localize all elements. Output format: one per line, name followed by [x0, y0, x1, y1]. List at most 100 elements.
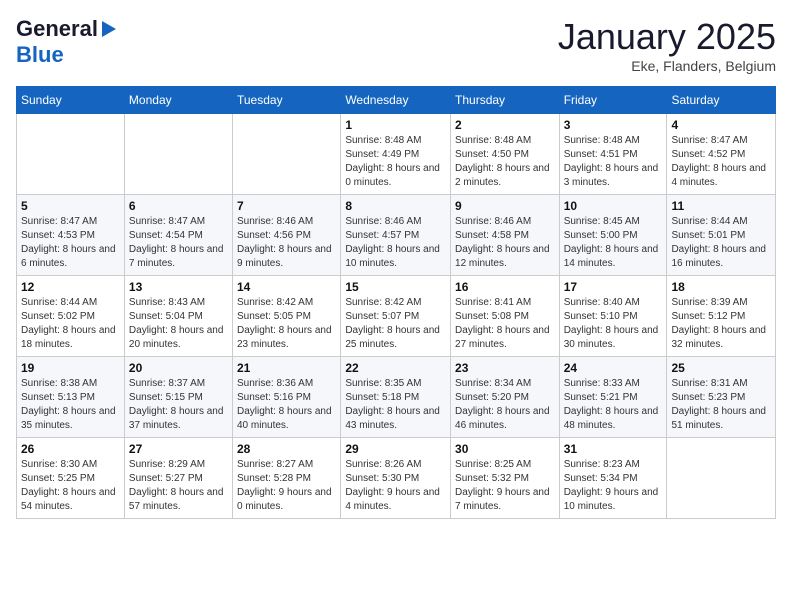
day-info: Sunrise: 8:43 AM Sunset: 5:04 PM Dayligh…	[129, 296, 228, 352]
calendar-cell: 5Sunrise: 8:47 AM Sunset: 4:53 PM Daylig…	[17, 195, 125, 276]
calendar-cell: 13 Sunrise: 8:43 AM Sunset: 5:04 PM Dayli…	[124, 276, 232, 357]
day-info: Sunrise: 8:25 AM Sunset: 5:32 PM Dayligh…	[455, 458, 555, 514]
day-number: 1	[345, 118, 446, 132]
day-info: Sunrise: 8:23 AM Sunset: 5:34 PM Dayligh…	[564, 458, 663, 514]
day-number: 30	[455, 442, 555, 456]
day-number: 8	[345, 199, 446, 213]
calendar-cell	[667, 438, 776, 519]
day-info: Sunrise: 8:45 AM Sunset: 5:00 PM Dayligh…	[564, 215, 663, 271]
logo-blue: Blue	[16, 42, 64, 68]
day-info: Sunrise: 8:27 AM Sunset: 5:28 PM Dayligh…	[237, 458, 336, 514]
calendar-cell: 10Sunrise: 8:45 AM Sunset: 5:00 PM Dayli…	[559, 195, 667, 276]
calendar-cell: 22 Sunrise: 8:35 AM Sunset: 5:18 PM Dayli…	[341, 357, 451, 438]
day-info: Sunrise: 8:42 AM Sunset: 5:05 PM Dayligh…	[237, 296, 336, 352]
day-number: 15	[345, 280, 446, 294]
day-info: Sunrise: 8:35 AM Sunset: 5:18 PM Dayligh…	[345, 377, 446, 433]
calendar-table: SundayMondayTuesdayWednesdayThursdayFrid…	[16, 86, 776, 519]
day-number: 3	[564, 118, 663, 132]
day-number: 26	[21, 442, 120, 456]
day-info: Sunrise: 8:41 AM Sunset: 5:08 PM Dayligh…	[455, 296, 555, 352]
day-info: Sunrise: 8:46 AM Sunset: 4:58 PM Dayligh…	[455, 215, 555, 271]
calendar-cell	[17, 114, 125, 195]
calendar-cell: 30 Sunrise: 8:25 AM Sunset: 5:32 PM Dayli…	[451, 438, 560, 519]
day-info: Sunrise: 8:36 AM Sunset: 5:16 PM Dayligh…	[237, 377, 336, 433]
weekday-header-thursday: Thursday	[451, 87, 560, 114]
day-number: 27	[129, 442, 228, 456]
day-number: 16	[455, 280, 555, 294]
day-number: 9	[455, 199, 555, 213]
day-info: Sunrise: 8:31 AM Sunset: 5:23 PM Dayligh…	[671, 377, 771, 433]
calendar-cell: 24 Sunrise: 8:33 AM Sunset: 5:21 PM Dayli…	[559, 357, 667, 438]
calendar-week-3: 12Sunrise: 8:44 AM Sunset: 5:02 PM Dayli…	[17, 276, 776, 357]
day-number: 28	[237, 442, 336, 456]
logo-general: General	[16, 16, 98, 42]
calendar-cell: 4 Sunrise: 8:47 AM Sunset: 4:52 PM Daylig…	[667, 114, 776, 195]
day-number: 18	[671, 280, 771, 294]
calendar-cell: 25 Sunrise: 8:31 AM Sunset: 5:23 PM Dayli…	[667, 357, 776, 438]
day-number: 23	[455, 361, 555, 375]
day-number: 19	[21, 361, 120, 375]
day-info: Sunrise: 8:48 AM Sunset: 4:49 PM Dayligh…	[345, 134, 446, 190]
weekday-header-sunday: Sunday	[17, 87, 125, 114]
logo-arrow-icon	[102, 21, 116, 37]
calendar-cell: 17 Sunrise: 8:40 AM Sunset: 5:10 PM Dayli…	[559, 276, 667, 357]
calendar-cell: 9 Sunrise: 8:46 AM Sunset: 4:58 PM Daylig…	[451, 195, 560, 276]
day-info: Sunrise: 8:46 AM Sunset: 4:56 PM Dayligh…	[237, 215, 336, 271]
day-number: 24	[564, 361, 663, 375]
calendar-cell: 20 Sunrise: 8:37 AM Sunset: 5:15 PM Dayli…	[124, 357, 232, 438]
calendar-cell: 19Sunrise: 8:38 AM Sunset: 5:13 PM Dayli…	[17, 357, 125, 438]
day-info: Sunrise: 8:48 AM Sunset: 4:51 PM Dayligh…	[564, 134, 663, 190]
calendar-cell: 6Sunrise: 8:47 AM Sunset: 4:54 PM Daylig…	[124, 195, 232, 276]
location: Eke, Flanders, Belgium	[558, 58, 776, 74]
day-info: Sunrise: 8:33 AM Sunset: 5:21 PM Dayligh…	[564, 377, 663, 433]
day-info: Sunrise: 8:46 AM Sunset: 4:57 PM Dayligh…	[345, 215, 446, 271]
day-number: 13	[129, 280, 228, 294]
day-number: 2	[455, 118, 555, 132]
month-title: January 2025	[558, 16, 776, 58]
day-number: 14	[237, 280, 336, 294]
calendar-cell: 23 Sunrise: 8:34 AM Sunset: 5:20 PM Dayli…	[451, 357, 560, 438]
day-number: 11	[671, 199, 771, 213]
day-info: Sunrise: 8:29 AM Sunset: 5:27 PM Dayligh…	[129, 458, 228, 514]
calendar-cell: 3 Sunrise: 8:48 AM Sunset: 4:51 PM Daylig…	[559, 114, 667, 195]
day-number: 25	[671, 361, 771, 375]
day-info: Sunrise: 8:37 AM Sunset: 5:15 PM Dayligh…	[129, 377, 228, 433]
calendar-cell: 26Sunrise: 8:30 AM Sunset: 5:25 PM Dayli…	[17, 438, 125, 519]
day-number: 22	[345, 361, 446, 375]
day-info: Sunrise: 8:44 AM Sunset: 5:02 PM Dayligh…	[21, 296, 120, 352]
calendar-week-1: 1 Sunrise: 8:48 AM Sunset: 4:49 PM Daylig…	[17, 114, 776, 195]
calendar-cell	[124, 114, 232, 195]
day-info: Sunrise: 8:47 AM Sunset: 4:52 PM Dayligh…	[671, 134, 771, 190]
day-info: Sunrise: 8:26 AM Sunset: 5:30 PM Dayligh…	[345, 458, 446, 514]
weekday-header-friday: Friday	[559, 87, 667, 114]
calendar-cell: 7Sunrise: 8:46 AM Sunset: 4:56 PM Daylig…	[233, 195, 341, 276]
day-info: Sunrise: 8:48 AM Sunset: 4:50 PM Dayligh…	[455, 134, 555, 190]
calendar-week-5: 26Sunrise: 8:30 AM Sunset: 5:25 PM Dayli…	[17, 438, 776, 519]
weekday-header-tuesday: Tuesday	[233, 87, 341, 114]
calendar-cell: 16 Sunrise: 8:41 AM Sunset: 5:08 PM Dayli…	[451, 276, 560, 357]
calendar-cell: 12Sunrise: 8:44 AM Sunset: 5:02 PM Dayli…	[17, 276, 125, 357]
day-info: Sunrise: 8:34 AM Sunset: 5:20 PM Dayligh…	[455, 377, 555, 433]
day-info: Sunrise: 8:39 AM Sunset: 5:12 PM Dayligh…	[671, 296, 771, 352]
title-section: January 2025 Eke, Flanders, Belgium	[558, 16, 776, 74]
calendar-week-2: 5Sunrise: 8:47 AM Sunset: 4:53 PM Daylig…	[17, 195, 776, 276]
day-info: Sunrise: 8:44 AM Sunset: 5:01 PM Dayligh…	[671, 215, 771, 271]
day-number: 17	[564, 280, 663, 294]
calendar-cell: 2 Sunrise: 8:48 AM Sunset: 4:50 PM Daylig…	[451, 114, 560, 195]
day-number: 29	[345, 442, 446, 456]
calendar-body: 1 Sunrise: 8:48 AM Sunset: 4:49 PM Daylig…	[17, 114, 776, 519]
calendar-cell: 15Sunrise: 8:42 AM Sunset: 5:07 PM Dayli…	[341, 276, 451, 357]
calendar-cell: 21 Sunrise: 8:36 AM Sunset: 5:16 PM Dayli…	[233, 357, 341, 438]
day-number: 21	[237, 361, 336, 375]
day-info: Sunrise: 8:47 AM Sunset: 4:53 PM Dayligh…	[21, 215, 120, 271]
weekday-header-saturday: Saturday	[667, 87, 776, 114]
day-info: Sunrise: 8:40 AM Sunset: 5:10 PM Dayligh…	[564, 296, 663, 352]
day-number: 31	[564, 442, 663, 456]
calendar-cell: 1 Sunrise: 8:48 AM Sunset: 4:49 PM Daylig…	[341, 114, 451, 195]
day-number: 20	[129, 361, 228, 375]
day-info: Sunrise: 8:47 AM Sunset: 4:54 PM Dayligh…	[129, 215, 228, 271]
weekday-header-monday: Monday	[124, 87, 232, 114]
calendar-cell: 8 Sunrise: 8:46 AM Sunset: 4:57 PM Daylig…	[341, 195, 451, 276]
calendar-cell: 28 Sunrise: 8:27 AM Sunset: 5:28 PM Dayli…	[233, 438, 341, 519]
day-number: 4	[671, 118, 771, 132]
